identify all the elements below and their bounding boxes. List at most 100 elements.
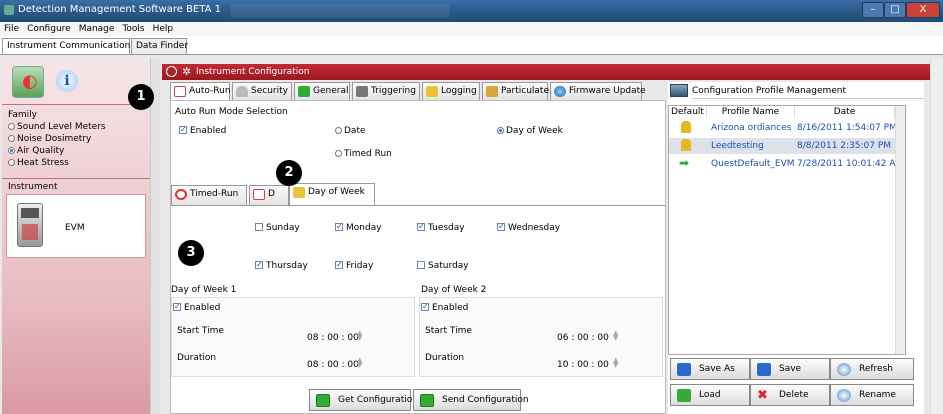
load-icon xyxy=(677,389,691,402)
divider xyxy=(2,178,150,179)
auto-run-enabled-checkbox[interactable]: Enabled xyxy=(179,126,226,136)
minimize-button[interactable]: – xyxy=(862,2,884,18)
tab-particulate[interactable]: Particulate xyxy=(482,82,550,100)
subtab-timed-run[interactable]: Timed-Run xyxy=(171,185,247,205)
tab-data-finder[interactable]: Data Finder xyxy=(131,38,188,54)
tab-triggering[interactable]: Triggering xyxy=(352,82,420,100)
column-header-date[interactable]: Date xyxy=(795,106,895,118)
dow1-duration-input[interactable]: 08 : 00 : 00 xyxy=(307,360,359,370)
day-tuesday[interactable]: Tuesday xyxy=(417,223,465,233)
rename-button[interactable]: Rename xyxy=(830,384,914,406)
column-header-profile-name[interactable]: Profile Name xyxy=(707,106,795,118)
tab-instrument-communications[interactable]: Instrument Communications xyxy=(2,38,135,54)
tab-label: Particulate xyxy=(501,86,550,96)
mode-timed-run-radio[interactable]: Timed Run xyxy=(335,149,392,159)
save-button[interactable]: Save xyxy=(750,358,830,380)
profile-date: 8/16/2011 1:54:07 PM xyxy=(797,123,897,133)
calendar-icon xyxy=(174,86,186,97)
dow1-duration-label: Duration xyxy=(177,353,217,363)
menu-tools[interactable]: Tools xyxy=(118,22,148,36)
tab-logging[interactable]: Logging xyxy=(422,82,480,100)
sidebar: ◐ i Family Sound Level Meters Noise Dosi… xyxy=(2,58,150,414)
close-button[interactable]: X xyxy=(906,2,940,18)
menu-manage[interactable]: Manage xyxy=(75,22,119,36)
table-scrollbar[interactable] xyxy=(895,106,905,354)
day-sunday[interactable]: Sunday xyxy=(255,223,300,233)
table-row[interactable]: ➡ QuestDefault_EVM 7/28/2011 10:01:42 AM xyxy=(669,156,905,172)
day-wednesday[interactable]: Wednesday xyxy=(497,223,560,233)
button-label: Rename xyxy=(859,390,896,400)
column-header-default[interactable]: Default xyxy=(669,106,707,118)
checkbox-checked-icon xyxy=(417,223,425,231)
dow1-enabled-checkbox[interactable]: Enabled xyxy=(173,303,220,313)
menu-configure[interactable]: Configure xyxy=(23,22,75,36)
day-monday[interactable]: Monday xyxy=(335,223,382,233)
info-icon[interactable]: i xyxy=(56,70,78,92)
dow2-start-spinner-icon[interactable]: ▲ ▼ xyxy=(613,330,619,342)
subtab-day-of-week[interactable]: Day of Week xyxy=(289,183,375,206)
mode-date-radio[interactable]: Date xyxy=(335,126,366,136)
dow2-enabled-checkbox[interactable]: Enabled xyxy=(421,303,468,313)
dow2-duration-spinner-icon[interactable]: ▲ ▼ xyxy=(613,357,619,369)
refresh-icon xyxy=(837,363,851,376)
checkbox-label: Saturday xyxy=(428,261,469,271)
send-configuration-button[interactable]: Send Configuration xyxy=(413,389,529,411)
dow2-start-label: Start Time xyxy=(425,326,472,336)
evm-device-image xyxy=(17,203,43,247)
subtab-date[interactable]: D xyxy=(249,185,289,205)
collapse-icon[interactable] xyxy=(166,66,177,77)
day-saturday[interactable]: Saturday xyxy=(417,261,469,271)
dow2-duration-input[interactable]: 10 : 00 : 00 xyxy=(557,360,609,370)
dow1-duration-spinner-icon[interactable]: ▲ ▼ xyxy=(357,357,363,369)
pencil-icon xyxy=(426,86,438,97)
panel-separator xyxy=(150,58,160,414)
table-row[interactable]: Arizona ordiances 8/16/2011 1:54:07 PM xyxy=(669,120,905,136)
dow2-duration-label: Duration xyxy=(425,353,465,363)
trigger-icon xyxy=(356,86,368,97)
family-option-noise-dosimetry[interactable]: Noise Dosimetry xyxy=(8,134,91,144)
checkbox-checked-icon xyxy=(421,303,429,311)
instrument-config-header: ✲ Instrument Configuration xyxy=(162,64,932,80)
button-label: Get Configuration xyxy=(338,395,418,405)
calendar-icon xyxy=(253,189,265,200)
checkbox-label: Tuesday xyxy=(428,223,465,233)
family-option-heat-stress[interactable]: Heat Stress xyxy=(8,158,69,168)
option-label: Air Quality xyxy=(17,146,65,156)
tab-auto-run[interactable]: Auto-Run xyxy=(170,82,231,101)
family-label: Family xyxy=(8,110,37,120)
profile-name: QuestDefault_EVM xyxy=(711,159,795,169)
get-configuration-button[interactable]: Get Configuration xyxy=(309,389,418,411)
day-thursday[interactable]: Thursday xyxy=(255,261,308,271)
profile-panel-title: Configuration Profile Management xyxy=(692,86,847,96)
menu-file[interactable]: File xyxy=(0,22,23,36)
main-scrollbar[interactable] xyxy=(930,58,943,414)
save-as-button[interactable]: Save As xyxy=(670,358,750,380)
checkbox-checked-icon xyxy=(497,223,505,231)
menu-help[interactable]: Help xyxy=(149,22,178,36)
family-option-air-quality[interactable]: Air Quality xyxy=(8,146,64,156)
radio-icon xyxy=(8,159,15,166)
instrument-card-evm[interactable]: EVM xyxy=(6,194,146,258)
dow1-start-spinner-icon[interactable]: ▲ ▼ xyxy=(357,330,363,342)
checkbox-label: Enabled xyxy=(184,303,221,313)
family-option-sound-level-meters[interactable]: Sound Level Meters xyxy=(8,122,106,132)
dow2-start-time-input[interactable]: 06 : 00 : 00 xyxy=(557,333,609,343)
delete-button[interactable]: ✖ Delete xyxy=(750,384,830,406)
refresh-button[interactable]: Refresh xyxy=(830,358,914,380)
instrument-label: Instrument xyxy=(8,182,58,192)
title-bar: Detection Management Software BETA 1 – □… xyxy=(0,0,943,22)
tab-general[interactable]: General xyxy=(294,82,350,100)
mode-day-of-week-radio[interactable]: Day of Week xyxy=(497,126,563,136)
tab-firmware-update[interactable]: Firmware Update xyxy=(550,82,646,100)
button-label: Load xyxy=(699,390,721,400)
maximize-button[interactable]: □ xyxy=(884,2,906,18)
table-row-selected[interactable]: Leedtesting 8/8/2011 2:35:07 PM xyxy=(669,138,905,154)
day-friday[interactable]: Friday xyxy=(335,261,373,271)
dow1-start-time-input[interactable]: 08 : 00 : 00 xyxy=(307,333,359,343)
instrument-comm-icon[interactable]: ◐ xyxy=(12,66,44,98)
tab-security[interactable]: Security xyxy=(232,82,292,100)
lock-open-icon xyxy=(681,121,691,133)
load-button[interactable]: Load xyxy=(670,384,750,406)
radio-label: Date xyxy=(344,126,366,136)
window-title: Detection Management Software BETA 1 xyxy=(18,4,221,15)
